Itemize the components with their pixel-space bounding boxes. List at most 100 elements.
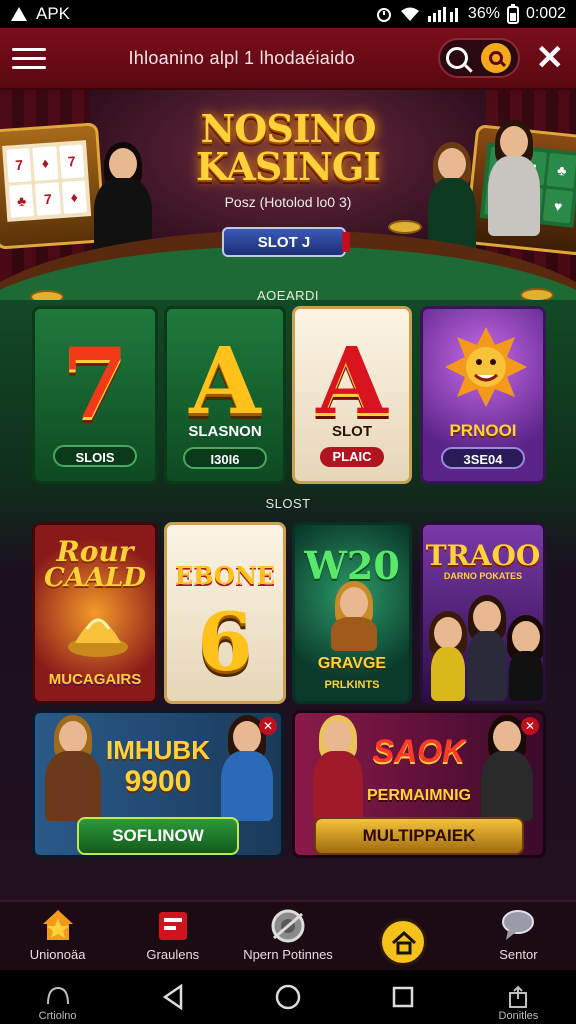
character-portrait-image [331,581,377,651]
banner-amount: 9900 [124,765,192,798]
status-bar: APK 36% 0:002 [0,0,576,28]
hero-title-line1: NOSINO [200,106,377,151]
game-tile-5[interactable]: Rour CAALD MUCAGAIRS [32,522,158,704]
chip-icon [271,909,305,943]
sun-lion-icon [445,327,527,407]
gold-swirl-icon [68,618,128,657]
back-button[interactable] [115,970,230,1024]
search-gold-icon[interactable] [481,43,511,73]
notification-triangle-icon [11,7,27,21]
banner-subtitle: PERMAIMNIG [367,787,471,804]
tile-caption: MUCAGAIRS [48,671,142,688]
recents-button[interactable] [346,970,461,1024]
tile-subtitle: DARNO POKATES [443,571,523,581]
close-icon[interactable]: ✕ [536,41,565,75]
wifi-icon [400,7,419,21]
nav-item-4[interactable] [346,902,461,970]
tile-glyph: A [189,327,261,435]
close-badge-icon[interactable]: ✕ [259,717,277,735]
app-bar: Ihloanino alpl 1 lhodaéiaido ✕ [0,28,576,90]
character-woman-image [429,611,467,701]
chat-bubble-icon [502,910,535,940]
gift-box-icon [158,912,187,940]
bottom-nav: Unionoäa Graulens Npern Potinnes Sentor [0,900,576,970]
status-right: 36% 0:002 [375,4,566,24]
tile-pill: I30I6 [183,447,267,469]
tile-pill: SLOIS [53,445,137,467]
game-tile-4[interactable]: PRNOOI 3SE04 [420,306,546,484]
tile-title: EBONE [174,561,276,590]
section-label-mid: SLOST [265,496,311,511]
home-fab[interactable] [379,918,428,966]
sys-left[interactable]: Crtiolno [0,970,115,1024]
slot-machine-left-image: 7 ♦ 7 ♣ 7 ♦ [0,122,107,250]
slot-tab-button[interactable]: SLOT J [222,227,350,257]
tile-title-2: CAALD [44,563,146,593]
game-tile-6[interactable]: EBONE 6 [164,522,286,704]
game-tile-3[interactable]: A SLOT PLAIC [292,306,412,484]
nav-label: Npern Potinnes [243,947,333,962]
tile-pill: 3SE04 [441,447,525,469]
hero-subtitle: Posz (Hotolod lo0 3) [224,194,352,210]
dealer-man-right-image [488,120,540,236]
nav-item-5[interactable]: Sentor [461,902,576,970]
character-woman-2-image [507,615,543,701]
search-icon[interactable] [446,47,468,69]
tile-caption: GRAVGE [317,655,387,672]
recents-icon [392,986,414,1008]
hero-title: NOSINO KASINGI [188,110,388,186]
home-icon [392,930,417,955]
game-tile-1[interactable]: 7 SLOIS [32,306,158,484]
home-circle-icon [275,984,301,1010]
tile-glyph: A [316,327,388,435]
signal-icon [427,7,458,22]
system-nav: Crtiolno Donitles [0,970,576,1024]
nav-item-2[interactable]: Graulens [115,902,230,970]
game-tile-8[interactable]: TRAOO DARNO POKATES [420,522,546,704]
search-toggle[interactable] [437,38,520,78]
nav-label: Graulens [146,947,200,962]
banner-button[interactable]: MULTIPPAIEK [314,817,524,855]
battery-percent: 36% [467,5,500,22]
banner-button[interactable]: SOFLINOW [77,817,239,855]
hamburger-menu-icon[interactable] [12,41,46,75]
tile-caption: SLASNON [188,423,262,440]
promo-banner-1[interactable]: IMHUBK 9900 SOFLINOW ✕ [32,710,284,858]
tile-glyph: 7 [61,327,129,440]
battery-icon [506,4,519,24]
status-left: APK [10,4,70,24]
sys-left-label: Crtiolno [38,1010,77,1022]
banner-headline: IMHUBK [106,735,210,765]
sys-right[interactable]: Donitles [461,970,576,1024]
clock: 0:002 [525,5,566,22]
tile-title: TRAOO [425,539,541,572]
chip-icon [388,220,422,234]
character-man-image [467,595,507,701]
banner-headline: SAOK [372,733,466,769]
game-grid: AOEARDI 7 SLOIS A SLASNON I30I6 A SLOT P… [0,288,576,900]
nav-label: Sentor [499,947,538,962]
headset-icon [46,986,69,1005]
close-badge-icon[interactable]: ✕ [521,717,539,735]
tile-caption: PRNOOI [449,421,517,440]
sys-right-label: Donitles [498,1010,539,1022]
game-tile-2[interactable]: A SLASNON I30I6 [164,306,286,484]
promo-banner-2[interactable]: SAOK PERMAIMNIG MULTIPPAIEK ✕ [292,710,546,858]
tile-caption: SLOT [332,423,372,440]
back-icon [162,984,183,1010]
nav-item-3[interactable]: Npern Potinnes [230,902,345,970]
share-icon [509,985,528,1008]
hero-banner: 7♦7♣7♦ ♠♥♣♦♠♥ NOSINO KASINGI Posz (Hotol… [0,90,576,300]
hero-title-line2: KASINGI [195,144,381,189]
star-house-icon [42,910,73,940]
tile-pill: PLAIC [320,447,384,467]
section-label-top: AOEARDI [256,288,319,303]
tile-caption-2: PRLKINTS [324,679,380,691]
status-app-label: APK [36,4,71,23]
app-title: Ihloanino alpl 1 lhodaéiaido [128,47,356,68]
home-button[interactable] [230,970,345,1024]
tile-glyph: 6 [197,595,253,689]
nav-item-1[interactable]: Unionoäa [0,902,115,970]
game-tile-7[interactable]: W20 GRAVGE PRLKINTS [292,522,412,704]
nav-label: Unionoäa [29,947,86,962]
